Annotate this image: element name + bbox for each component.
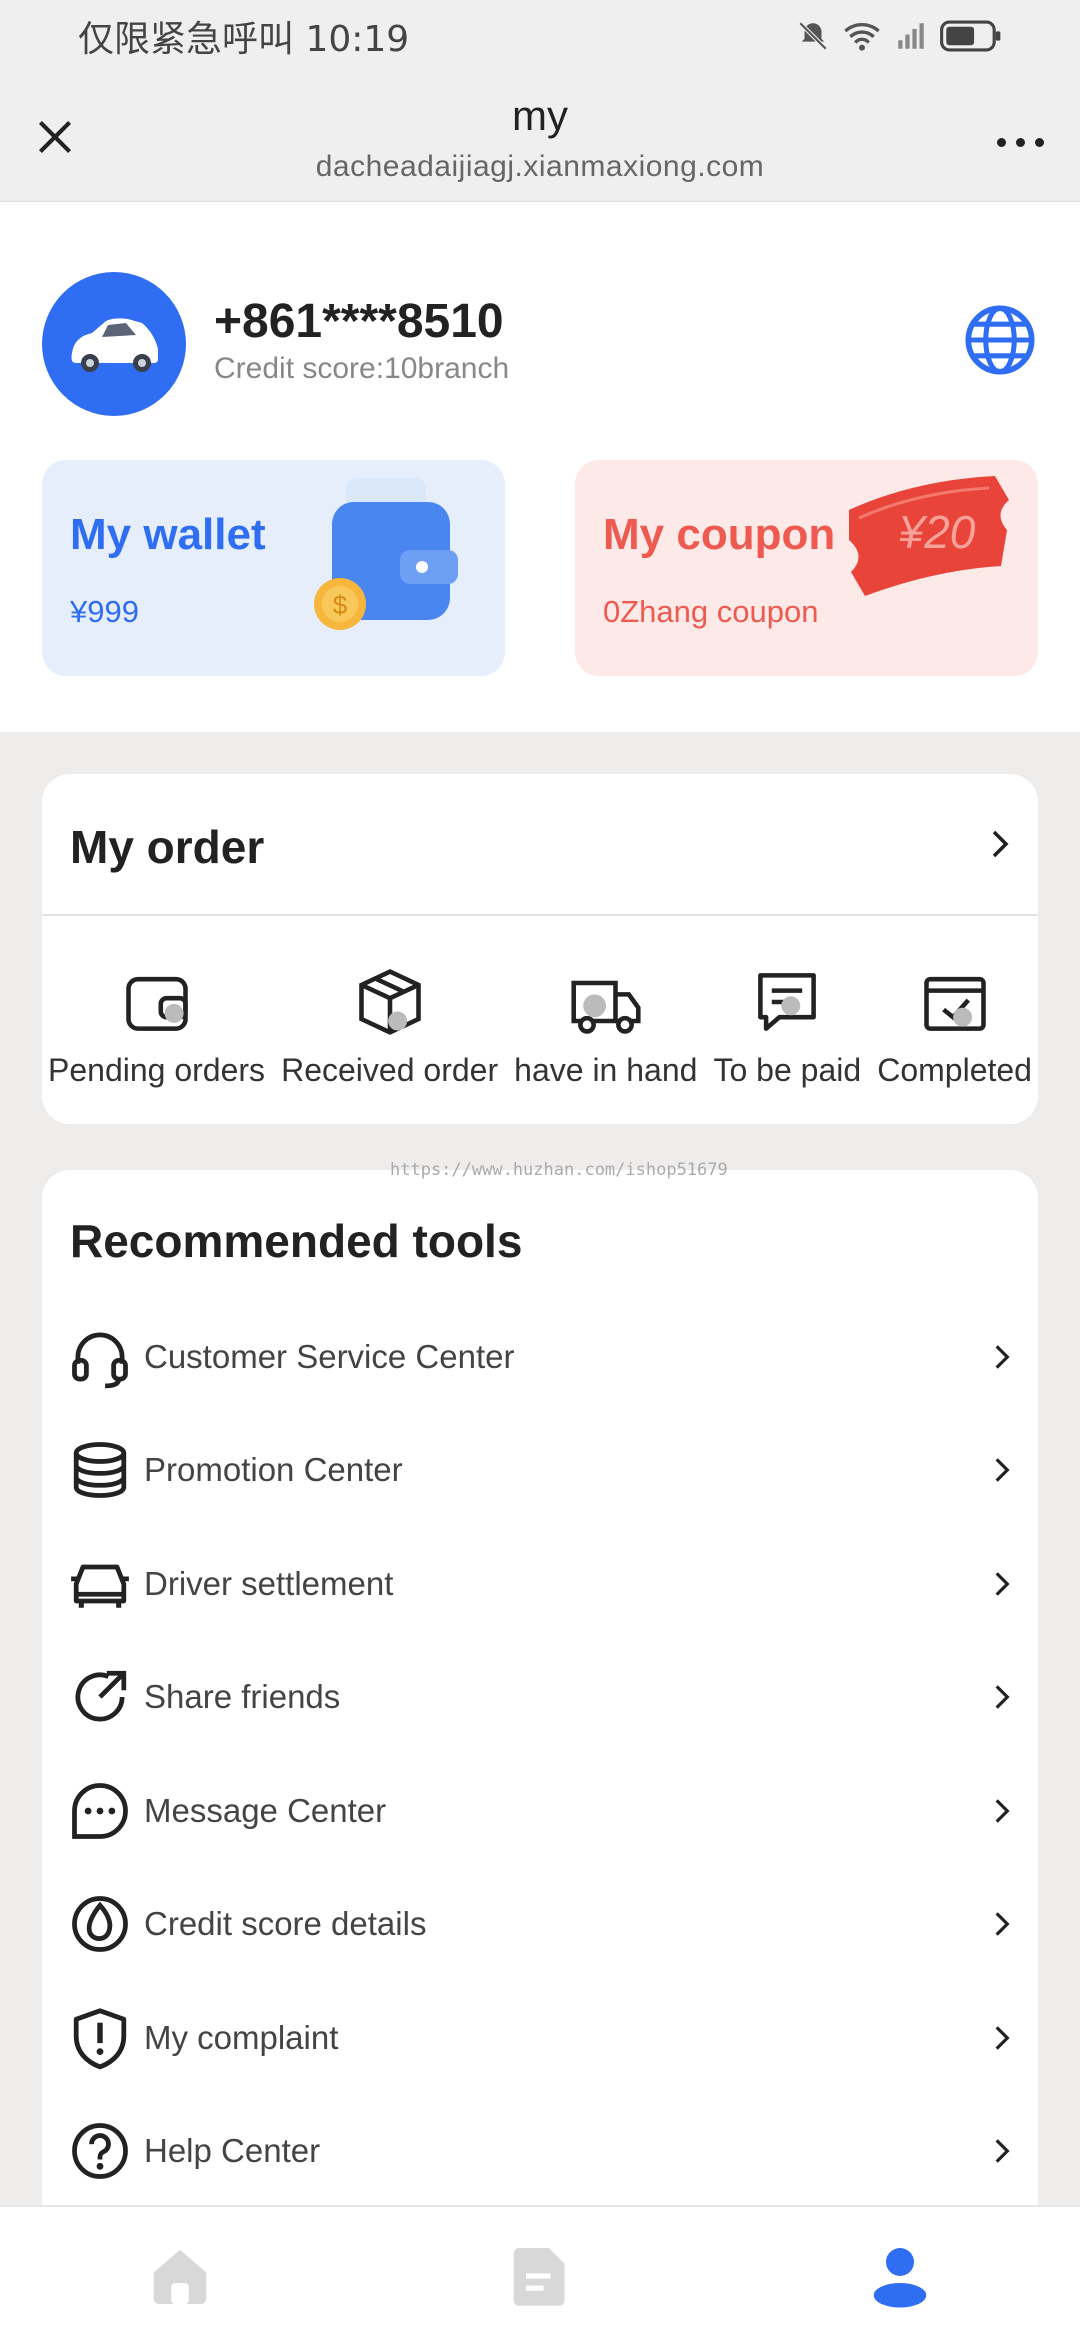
tool-item-customer-service[interactable]: Customer Service Center bbox=[42, 1300, 1038, 1414]
tool-label: Message Center bbox=[144, 1791, 387, 1829]
wallet-card-icon bbox=[125, 976, 188, 1031]
tool-item-complaint[interactable]: My complaint bbox=[42, 1981, 1038, 2095]
car-icon bbox=[71, 1564, 129, 1608]
coin-stack-icon bbox=[73, 1442, 127, 1499]
order-item-in-hand[interactable]: have in hand bbox=[514, 964, 697, 1089]
order-item-label: Pending orders bbox=[48, 1052, 266, 1088]
wallet-icon: $ bbox=[314, 478, 458, 630]
tool-label: Help Center bbox=[144, 2132, 321, 2170]
box-icon bbox=[358, 969, 421, 1035]
page-url: dacheadaijiagj.xianmaxiong.com bbox=[315, 150, 765, 183]
status-time: 仅限紧急呼叫 10:19 bbox=[78, 19, 410, 60]
status-icons bbox=[796, 19, 1002, 53]
watermark: https://www.huzhan.com/ishop51679 bbox=[390, 1160, 728, 1180]
order-item-to-be-paid[interactable]: To be paid bbox=[713, 964, 861, 1089]
order-item-label: Completed bbox=[877, 1052, 1032, 1088]
tool-item-driver-settlement[interactable]: Driver settlement bbox=[42, 1527, 1038, 1641]
more-menu-button[interactable] bbox=[990, 122, 1050, 162]
tool-item-message-center[interactable]: Message Center bbox=[42, 1754, 1038, 1868]
chevron-right-icon bbox=[995, 1344, 1010, 1369]
chevron-right-icon bbox=[995, 1458, 1010, 1483]
chat-bubble-icon bbox=[72, 1782, 128, 1839]
home-icon[interactable] bbox=[145, 2241, 215, 2311]
order-card: My order Pending orders Received order h… bbox=[42, 774, 1038, 1124]
order-item-label: To be paid bbox=[713, 1052, 862, 1088]
browser-header: my dacheadaijiagj.xianmaxiong.com bbox=[0, 72, 1080, 202]
status-bar: 仅限紧急呼叫 10:19 bbox=[0, 0, 1080, 72]
tool-label: Promotion Center bbox=[144, 1451, 403, 1489]
order-item-label: Received order bbox=[281, 1052, 499, 1088]
page-title: my bbox=[512, 92, 568, 139]
chevron-right-icon[interactable] bbox=[982, 826, 1018, 862]
credit-score: Credit score:10branch bbox=[214, 352, 510, 385]
coupon-ticket-text: ¥20 bbox=[899, 506, 976, 558]
tool-item-share-friends[interactable]: Share friends bbox=[42, 1641, 1038, 1755]
tool-item-credit-score[interactable]: Credit score details bbox=[42, 1868, 1038, 1982]
globe-icon[interactable] bbox=[962, 302, 1038, 378]
shield-alert-icon bbox=[73, 2008, 127, 2070]
wallet-card[interactable]: My wallet ¥999 $ bbox=[42, 460, 505, 676]
divider bbox=[42, 914, 1038, 916]
bottom-nav bbox=[0, 2205, 1080, 2340]
coupon-count: 0Zhang coupon bbox=[603, 594, 819, 629]
battery-icon bbox=[940, 20, 1001, 52]
share-arrow-icon bbox=[75, 1671, 127, 1722]
drop-icon bbox=[72, 1896, 128, 1953]
coupon-title: My coupon bbox=[603, 510, 836, 559]
order-item-completed[interactable]: Completed bbox=[877, 964, 1032, 1089]
message-card-icon bbox=[758, 973, 817, 1031]
order-item-received[interactable]: Received order bbox=[281, 964, 498, 1089]
tools-list: Customer Service Center Promotion Center… bbox=[42, 1300, 1038, 2208]
tool-label: My complaint bbox=[144, 2018, 339, 2056]
bell-off-icon bbox=[798, 21, 828, 51]
tool-label: Driver settlement bbox=[144, 1564, 394, 1602]
tool-item-help-center[interactable]: Help Center bbox=[42, 2095, 1038, 2209]
tool-label: Share friends bbox=[144, 1678, 341, 1716]
document-icon[interactable] bbox=[505, 2241, 575, 2311]
order-status-list: Pending orders Received order have in ha… bbox=[42, 964, 1038, 1089]
avatar[interactable] bbox=[42, 272, 186, 416]
chevron-right-icon bbox=[995, 1912, 1010, 1937]
chevron-right-icon bbox=[995, 1571, 1010, 1596]
profile-icon[interactable] bbox=[865, 2241, 935, 2311]
tool-label: Credit score details bbox=[144, 1905, 427, 1943]
order-item-label: have in hand bbox=[514, 1052, 698, 1088]
help-icon bbox=[72, 2123, 128, 2180]
order-item-pending[interactable]: Pending orders bbox=[48, 964, 265, 1089]
coupon-ticket-icon: ¥20 bbox=[849, 476, 1009, 596]
tools-title: Recommended tools bbox=[70, 1215, 523, 1267]
phone-number: +861****8510 bbox=[214, 295, 504, 348]
tools-card: Recommended tools Customer Service Cente… bbox=[42, 1170, 1038, 2230]
tool-item-promotion[interactable]: Promotion Center bbox=[42, 1414, 1038, 1528]
completed-calendar-icon bbox=[923, 976, 986, 1031]
headset-icon bbox=[72, 1332, 128, 1389]
signal-icon bbox=[898, 23, 924, 49]
chevron-right-icon bbox=[995, 2025, 1010, 2050]
chevron-right-icon bbox=[995, 1798, 1010, 1823]
profile-section: +861****8510 Credit score:10branch My wa… bbox=[0, 202, 1080, 732]
car-avatar-icon bbox=[71, 318, 158, 372]
order-title: My order bbox=[70, 821, 265, 873]
wallet-amount: ¥999 bbox=[70, 594, 139, 629]
wallet-title: My wallet bbox=[70, 510, 266, 559]
chevron-right-icon bbox=[995, 1685, 1010, 1710]
coupon-card[interactable]: ¥20 My coupon 0Zhang coupon bbox=[575, 460, 1038, 676]
tool-label: Customer Service Center bbox=[144, 1337, 515, 1375]
svg-text:$: $ bbox=[333, 590, 348, 620]
truck-icon bbox=[571, 980, 641, 1034]
wifi-icon bbox=[844, 23, 880, 51]
chevron-right-icon bbox=[995, 2139, 1010, 2164]
